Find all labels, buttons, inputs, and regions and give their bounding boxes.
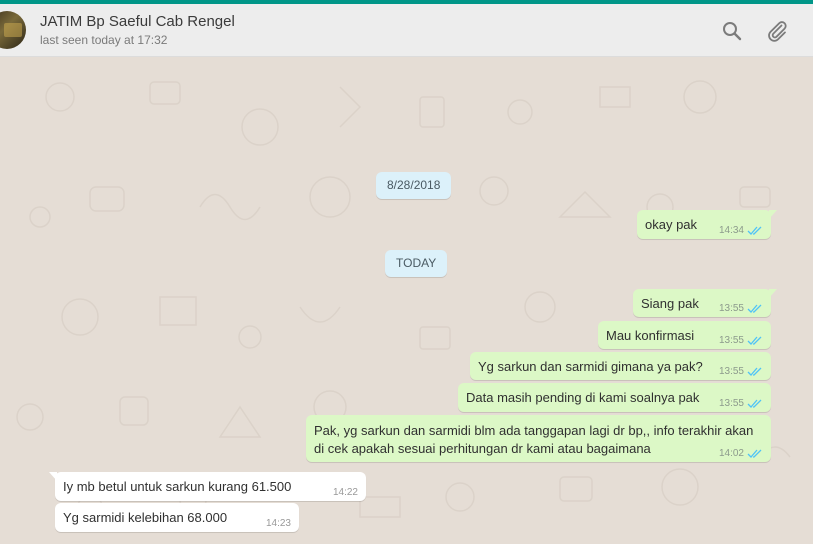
double-check-icon (747, 449, 762, 458)
double-check-icon (747, 367, 762, 376)
date-divider: TODAY (385, 250, 448, 277)
avatar[interactable] (0, 11, 26, 49)
paperclip-icon[interactable] (765, 19, 789, 43)
message-bubble-outgoing[interactable]: Pak, yg sarkun dan sarmidi blm ada tangg… (306, 415, 771, 462)
double-check-icon (747, 304, 762, 313)
message-text: Pak, yg sarkun dan sarmidi blm ada tangg… (314, 423, 754, 456)
message-bubble-outgoing[interactable]: Mau konfirmasi 13:55 (598, 321, 771, 349)
message-time: 13:55 (718, 303, 744, 314)
last-seen-status: last seen today at 17:32 (40, 33, 168, 47)
message-time: 13:55 (718, 366, 744, 377)
message-time: 14:34 (718, 225, 744, 236)
message-bubble-outgoing[interactable]: Siang pak 13:55 (633, 289, 777, 317)
date-divider: 8/28/2018 (376, 172, 452, 199)
message-text: Siang pak (641, 296, 699, 311)
message-text: Mau konfirmasi (606, 328, 695, 343)
message-time: 13:55 (718, 398, 744, 409)
double-check-icon (747, 399, 762, 408)
message-time: 14:23 (265, 518, 291, 529)
message-text: okay pak (645, 217, 698, 232)
message-text: Yg sarkun dan sarmidi gimana ya pak? (478, 359, 703, 374)
message-time: 14:02 (718, 448, 744, 459)
double-check-icon (747, 226, 762, 235)
chat-header: JATIM Bp Saeful Cab Rengel last seen tod… (0, 4, 813, 57)
search-icon[interactable] (720, 19, 744, 43)
message-bubble-incoming[interactable]: Yg sarmidi kelebihan 68.000 14:23 (55, 503, 299, 532)
message-bubble-outgoing[interactable]: okay pak 14:34 (637, 210, 777, 239)
message-time: 13:55 (718, 335, 744, 346)
message-text: Data masih pending di kami soalnya pak (466, 390, 700, 405)
chat-panel[interactable]: 8/28/2018 okay pak 14:34 TODAY Siang pak… (0, 57, 813, 544)
message-text: Iy mb betul untuk sarkun kurang 61.500 (63, 479, 292, 494)
message-bubble-incoming[interactable]: Iy mb betul untuk sarkun kurang 61.500 1… (49, 472, 366, 501)
contact-name[interactable]: JATIM Bp Saeful Cab Rengel (40, 13, 235, 30)
message-time: 14:22 (332, 487, 358, 498)
message-text: Yg sarmidi kelebihan 68.000 (63, 510, 228, 525)
message-bubble-outgoing[interactable]: Yg sarkun dan sarmidi gimana ya pak? 13:… (470, 352, 771, 380)
double-check-icon (747, 336, 762, 345)
message-bubble-outgoing[interactable]: Data masih pending di kami soalnya pak 1… (458, 383, 771, 412)
